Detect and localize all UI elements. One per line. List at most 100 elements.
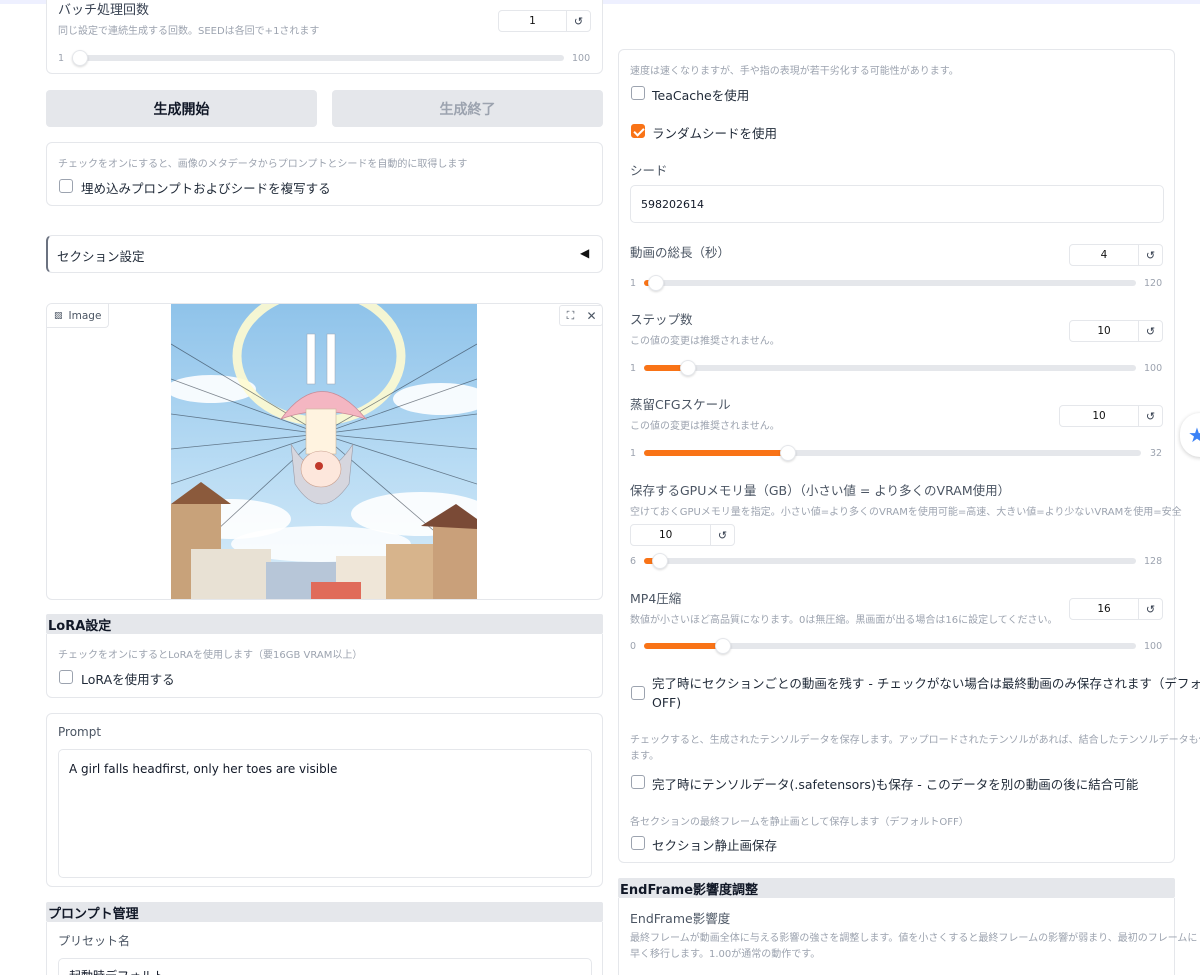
- reset-icon[interactable]: ↺: [1138, 599, 1162, 619]
- steps-slider[interactable]: [644, 360, 1136, 376]
- lora-hint: チェックをオンにするとLoRAを使用します（要16GB VRAM以上）: [58, 650, 363, 661]
- cfg-max: 32: [1150, 448, 1163, 459]
- keep-section-videos-label: 完了時にセクションごとの動画を残す - チェックがない場合は最終動画のみ保存され…: [652, 676, 1200, 710]
- metadata-panel: チェックをオンにすると、画像のメタデータからプロンプトとシードを自動的に取得しま…: [46, 142, 603, 206]
- metadata-hint: チェックをオンにすると、画像のメタデータからプロンプトとシードを自動的に取得しま…: [58, 159, 468, 170]
- reset-icon[interactable]: ↺: [710, 525, 734, 545]
- endframe-label: EndFrame影響度: [630, 911, 731, 926]
- mp4-hint: 数値が小さいほど高品質になります。0は無圧縮。黒画面が出る場合は16に設定してく…: [630, 615, 1058, 626]
- settings-panel: 速度は速くなりますが、手や指の表現が若干劣化する可能性があります。 TeaCac…: [618, 49, 1200, 863]
- preset-name-label: プリセット名: [58, 934, 131, 948]
- batch-slider-knob[interactable]: [72, 50, 88, 66]
- duration-min: 1: [630, 278, 637, 289]
- duration-slider[interactable]: [644, 275, 1136, 291]
- endframe-hint: 最終フレームが動画全体に与える影響の強さを調整します。値を小さくすると最終フレー…: [630, 933, 1198, 960]
- gpu-memory-min: 6: [630, 556, 637, 567]
- batch-title: バッチ処理回数: [58, 3, 150, 18]
- steps-hint: この値の変更は推奨されません。: [630, 336, 780, 347]
- reset-icon[interactable]: ↺: [1138, 321, 1162, 341]
- section-settings-accordion[interactable]: セクション設定 ◀: [46, 235, 603, 273]
- image-icon: ▨: [54, 310, 63, 321]
- cfg-slider-knob[interactable]: [780, 445, 797, 461]
- star-icon: ★: [1188, 423, 1200, 447]
- prompt-label: Prompt: [58, 725, 102, 739]
- image-panel: ▨ Image ⛶ ✕: [46, 303, 603, 600]
- cfg-slider[interactable]: [644, 445, 1141, 461]
- batch-min: 1: [58, 53, 65, 64]
- teacache-checkbox[interactable]: [631, 86, 645, 100]
- prompt-panel: Prompt A girl falls headfirst, only her …: [46, 713, 603, 887]
- tensor-save-checkbox[interactable]: [631, 775, 645, 789]
- uploaded-image: [171, 304, 477, 599]
- lora-header: LoRA設定: [46, 614, 603, 634]
- steps-slider-knob[interactable]: [680, 360, 697, 376]
- gpu-memory-input[interactable]: 10 ↺: [630, 524, 735, 546]
- preset-name-input[interactable]: 起動時デフォルト: [58, 958, 592, 975]
- seed-label: シード: [630, 163, 668, 178]
- prompt-management-panel: プリセット名 起動時デフォルト: [46, 922, 603, 975]
- keep-section-videos-checkbox[interactable]: [631, 686, 645, 700]
- mp4-slider-knob[interactable]: [714, 638, 731, 654]
- duration-max: 120: [1144, 278, 1163, 289]
- fullscreen-icon[interactable]: ⛶: [560, 306, 581, 325]
- gpu-memory-slider-knob[interactable]: [652, 553, 669, 569]
- prompt-management-header: プロンプト管理: [46, 902, 603, 922]
- close-icon[interactable]: ✕: [581, 306, 602, 325]
- duration-label: 動画の総長（秒）: [630, 245, 731, 260]
- endframe-panel: EndFrame影響度 最終フレームが動画全体に与える影響の強さを調整します。値…: [618, 898, 1197, 975]
- reset-icon[interactable]: ↺: [1138, 406, 1162, 426]
- batch-panel: バッチ処理回数 同じ設定で連続生成する回数。SEEDは各回で+1されます 1 ↺…: [46, 0, 603, 74]
- random-seed-label: ランダムシードを使用: [652, 126, 778, 141]
- cfg-slider-fill: [644, 450, 789, 456]
- duration-slider-knob[interactable]: [648, 275, 665, 291]
- lora-checkbox[interactable]: [59, 670, 73, 684]
- cfg-hint: この値の変更は推奨されません。: [630, 421, 780, 432]
- random-seed-checkbox[interactable]: [631, 124, 645, 138]
- stop-generation-button[interactable]: 生成終了: [332, 90, 603, 127]
- steps-input[interactable]: 10 ↺: [1069, 320, 1163, 342]
- mp4-min: 0: [630, 641, 637, 652]
- section-settings-label: セクション設定: [57, 249, 145, 264]
- batch-count-input[interactable]: 1 ↺: [498, 10, 591, 32]
- batch-slider[interactable]: [72, 50, 564, 66]
- cfg-min: 1: [630, 448, 637, 459]
- tensor-save-label: 完了時にテンソルデータ(.safetensors)も保存 - このデータを別の動…: [652, 777, 1139, 792]
- metadata-copy-checkbox[interactable]: [59, 179, 73, 193]
- steps-label: ステップ数: [630, 312, 693, 327]
- batch-hint: 同じ設定で連続生成する回数。SEEDは各回で+1されます: [58, 26, 320, 37]
- reset-icon[interactable]: ↺: [566, 11, 590, 31]
- metadata-copy-label: 埋め込みプロンプトおよびシードを複写する: [81, 181, 331, 196]
- mp4-label: MP4圧縮: [630, 591, 682, 606]
- gpu-memory-label: 保存するGPUメモリ量（GB）（小さい値 = より多くのVRAM使用）: [630, 483, 1011, 498]
- section-still-hint: 各セクションの最終フレームを静止画として保存します（デフォルトOFF）: [630, 817, 969, 828]
- teacache-hint: 速度は速くなりますが、手や指の表現が若干劣化する可能性があります。: [630, 66, 959, 77]
- floating-star-button[interactable]: ★: [1180, 413, 1200, 457]
- reset-icon[interactable]: ↺: [1138, 245, 1162, 265]
- cfg-input[interactable]: 10 ↺: [1059, 405, 1163, 427]
- tensor-hint: チェックすると、生成されたテンソルデータを保存します。アップロードされたテンソル…: [630, 735, 1200, 762]
- section-still-label: セクション静止画保存: [652, 838, 778, 853]
- gpu-memory-hint: 空けておくGPUメモリ量を指定。小さい値=より多くのVRAMを使用可能=高速、大…: [630, 507, 1182, 518]
- steps-max: 100: [1144, 363, 1163, 374]
- image-tab: ▨ Image: [47, 304, 109, 328]
- start-generation-button[interactable]: 生成開始: [46, 90, 317, 127]
- gpu-memory-max: 128: [1144, 556, 1163, 567]
- collapse-triangle-icon[interactable]: ◀: [580, 246, 589, 260]
- lora-label: LoRAを使用する: [81, 672, 175, 687]
- image-toolbar: ⛶ ✕: [559, 305, 602, 326]
- endframe-header: EndFrame影響度調整: [618, 878, 1175, 898]
- section-still-checkbox[interactable]: [631, 836, 645, 850]
- gpu-memory-slider[interactable]: [644, 553, 1136, 569]
- mp4-slider[interactable]: [644, 638, 1136, 654]
- mp4-input[interactable]: 16 ↺: [1069, 598, 1163, 620]
- steps-min: 1: [630, 363, 637, 374]
- cfg-label: 蒸留CFGスケール: [630, 397, 731, 412]
- teacache-label: TeaCacheを使用: [652, 88, 750, 103]
- lora-panel: チェックをオンにするとLoRAを使用します（要16GB VRAM以上） LoRA…: [46, 634, 603, 698]
- seed-input[interactable]: 598202614: [630, 185, 1164, 223]
- mp4-max: 100: [1144, 641, 1163, 652]
- batch-max: 100: [572, 53, 591, 64]
- prompt-textarea[interactable]: A girl falls headfirst, only her toes ar…: [58, 749, 592, 878]
- mp4-slider-fill: [644, 643, 723, 649]
- duration-input[interactable]: 4 ↺: [1069, 244, 1163, 266]
